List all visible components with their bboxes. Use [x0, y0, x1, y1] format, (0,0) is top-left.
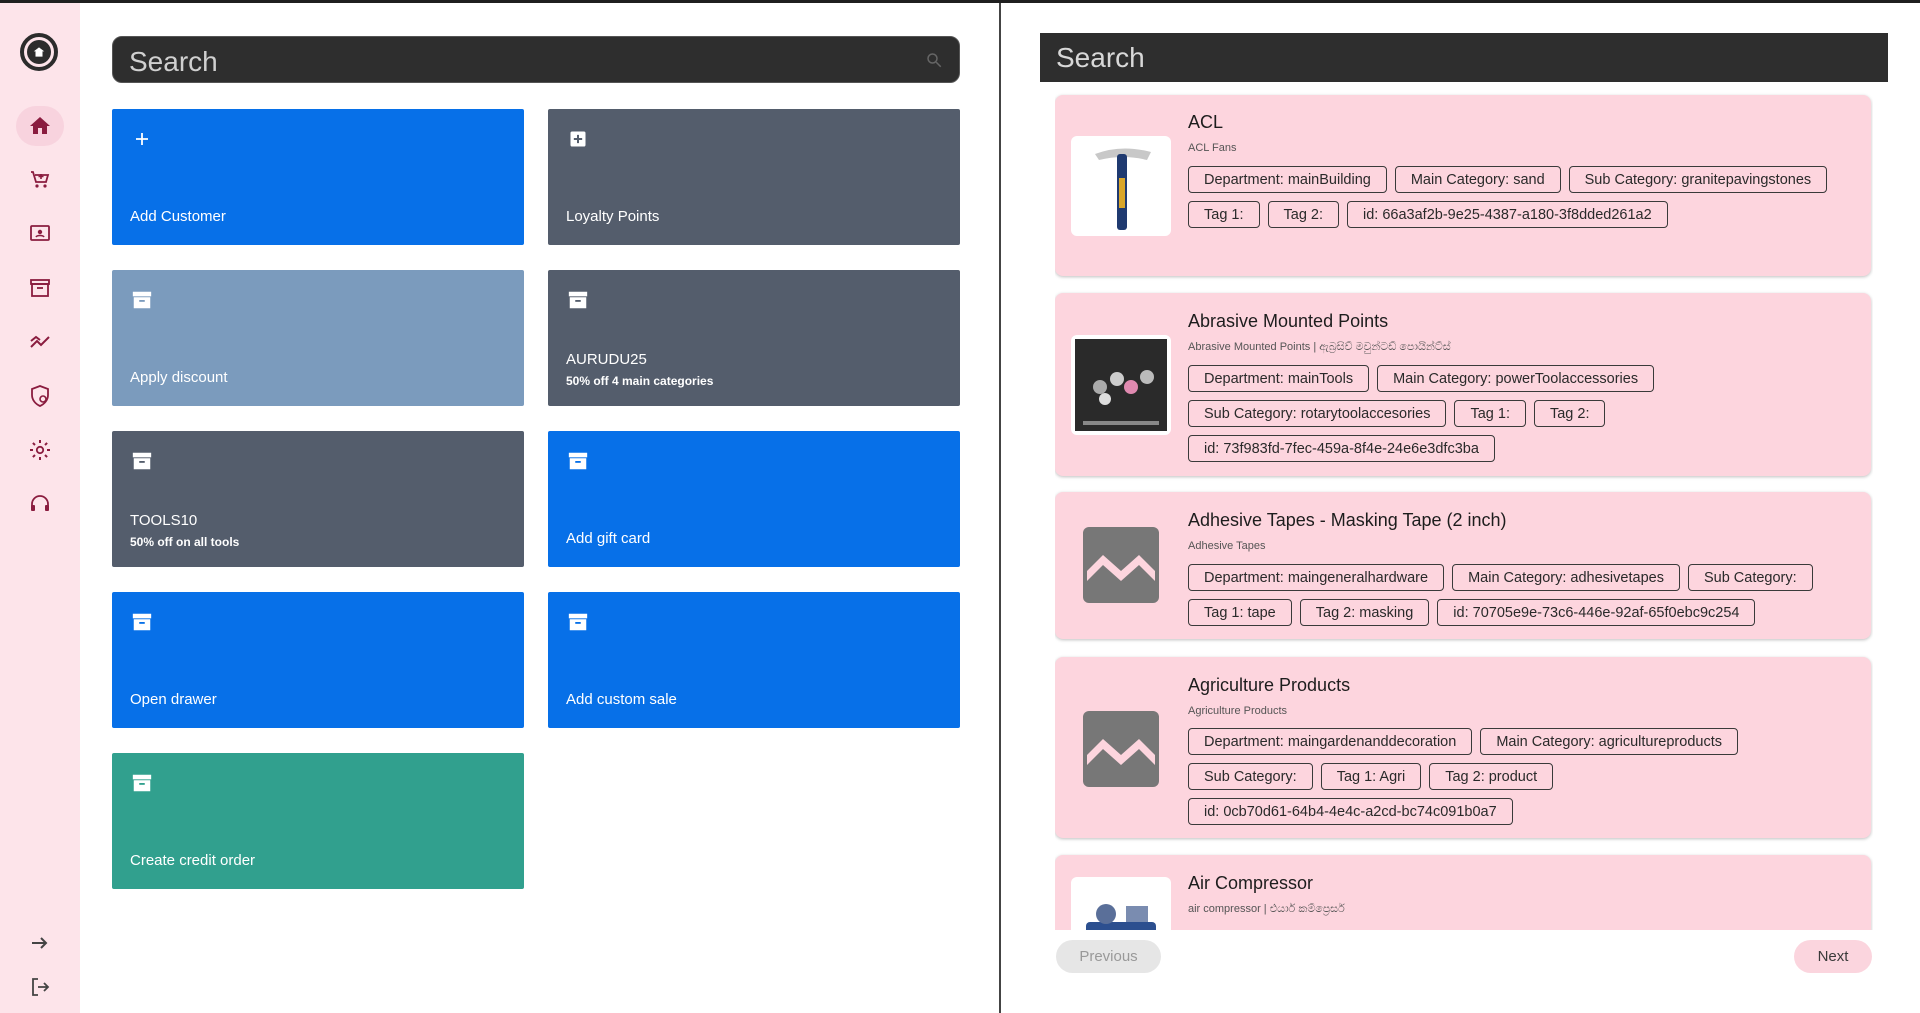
add-gift-card-tile[interactable]: Add gift card	[548, 431, 960, 567]
hammer-image	[1071, 136, 1171, 236]
tile-label: Add custom sale	[566, 691, 677, 708]
tile-label: Add Customer	[130, 208, 226, 225]
product-title: Air Compressor	[1188, 873, 1314, 893]
compressor-image	[1071, 877, 1171, 930]
previous-page-button[interactable]: Previous	[1056, 940, 1161, 973]
add-customer-tile[interactable]: Add Customer	[112, 109, 524, 245]
settings-icon[interactable]	[16, 430, 64, 470]
product-search-input[interactable]: Search	[1040, 33, 1888, 82]
tag-chip: id: 70705e9e-73c6-446e-92af-65f0ebc9c254	[1437, 599, 1756, 626]
trending-icon[interactable]	[16, 322, 64, 362]
tag-chip: Tag 1: Agri	[1320, 763, 1422, 790]
product-tags: Department: mainTools Main Category: pow…	[1188, 365, 1868, 462]
tag-chip: Sub Category: rotarytoolaccesories	[1188, 400, 1447, 427]
tag-chip: Tag 2:	[1533, 400, 1606, 427]
plus-box-icon	[566, 127, 590, 151]
tag-chip: Department: maingardenanddecoration	[1188, 728, 1473, 755]
tile-label: TOOLS10	[130, 512, 198, 529]
tile-label: Add gift card	[566, 530, 651, 547]
placeholder-image-icon	[1071, 699, 1171, 799]
next-page-button[interactable]: Next	[1794, 940, 1872, 973]
tile-label: Loyalty Points	[566, 208, 660, 225]
product-title: Agriculture Products	[1188, 675, 1351, 695]
product-subtitle: Adhesive Tapes	[1188, 540, 1266, 552]
archive-icon	[130, 610, 154, 634]
product-tags: Department: maingeneralhardware Main Cat…	[1188, 564, 1868, 626]
tag-chip: Tag 2:	[1267, 201, 1339, 228]
tag-chip: Tag 2: masking	[1299, 599, 1430, 626]
apply-discount-tile[interactable]: Apply discount	[112, 270, 524, 406]
search-icon	[927, 53, 942, 68]
policy-icon[interactable]	[16, 376, 64, 416]
product-card[interactable]: Adhesive Tapes - Masking Tape (2 inch) A…	[1055, 492, 1871, 639]
create-credit-order-tile[interactable]: Create credit order	[112, 753, 524, 889]
archive-icon[interactable]	[16, 268, 64, 308]
tag-chip: Tag 2: product	[1429, 763, 1554, 790]
product-subtitle: air compressor | එයාර් කම්ප්‍රෙසර්	[1188, 903, 1345, 915]
tag-chip: Main Category: powerToolaccessories	[1377, 365, 1655, 392]
search-input[interactable]: Search	[112, 36, 960, 83]
archive-icon	[566, 288, 590, 312]
tag-chip: Tag 1: tape	[1188, 599, 1292, 626]
tile-label: Open drawer	[130, 691, 217, 708]
tag-chip: Main Category: adhesivetapes	[1452, 564, 1680, 591]
cart-icon[interactable]	[16, 160, 64, 200]
product-card[interactable]: ACL ACL Fans Department: mainBuilding Ma…	[1055, 95, 1871, 276]
product-subtitle: Abrasive Mounted Points | ඇබ්‍රසිව් මවුන…	[1188, 341, 1451, 353]
tile-sublabel: 50% off on all tools	[130, 535, 240, 549]
tools10-tile[interactable]: TOOLS10 50% off on all tools	[112, 431, 524, 567]
archive-icon	[566, 610, 590, 634]
tag-chip: Department: mainBuilding	[1188, 166, 1387, 193]
archive-icon	[130, 449, 154, 473]
search-placeholder: Search	[1056, 42, 1145, 73]
tile-sublabel: 50% off 4 main categories	[566, 374, 714, 388]
archive-icon	[566, 449, 590, 473]
arrow-right-icon[interactable]	[16, 923, 64, 963]
product-subtitle: ACL Fans	[1188, 142, 1237, 154]
loyalty-points-tile[interactable]: Loyalty Points	[548, 109, 960, 245]
product-card[interactable]: Abrasive Mounted Points Abrasive Mounted…	[1055, 293, 1871, 476]
tag-chip: Sub Category: granitepavingstones	[1568, 166, 1828, 193]
contact-icon[interactable]	[16, 214, 64, 254]
tile-label: AURUDU25	[566, 351, 647, 368]
plus-icon	[130, 127, 154, 151]
home-icon[interactable]	[16, 106, 64, 146]
tag-chip: Sub Category:	[1687, 564, 1813, 591]
add-custom-sale-tile[interactable]: Add custom sale	[548, 592, 960, 728]
tag-chip: Sub Category:	[1188, 763, 1313, 790]
search-placeholder: Search	[129, 46, 218, 77]
placeholder-image-icon	[1071, 515, 1171, 615]
tag-chip: id: 66a3af2b-9e25-4387-a180-3f8dded261a2	[1347, 201, 1668, 228]
product-subtitle: Agriculture Products	[1188, 705, 1288, 717]
product-tags: Department: mainBuilding Main Category: …	[1188, 166, 1868, 228]
tag-chip: id: 0cb70d61-64b4-4e4c-a2cd-bc74c091b0a7	[1188, 798, 1513, 825]
aurudu25-tile[interactable]: AURUDU25 50% off 4 main categories	[548, 270, 960, 406]
tile-label: Create credit order	[130, 852, 256, 869]
archive-icon	[130, 771, 154, 795]
tag-chip: Department: maingeneralhardware	[1188, 564, 1445, 591]
logout-icon[interactable]	[16, 967, 64, 1007]
product-title: ACL	[1188, 112, 1224, 132]
tag-chip: Tag 1:	[1454, 400, 1526, 427]
product-results-list[interactable]: ACL ACL Fans Department: mainBuilding Ma…	[1055, 92, 1873, 930]
tile-label: Apply discount	[130, 369, 228, 386]
abrasive-points-image	[1071, 335, 1171, 435]
open-drawer-tile[interactable]: Open drawer	[112, 592, 524, 728]
tag-chip: Main Category: agricultureproducts	[1480, 728, 1738, 755]
product-title: Adhesive Tapes - Masking Tape (2 inch)	[1188, 510, 1507, 530]
archive-icon	[130, 288, 154, 312]
tag-chip: id: 73f983fd-7fec-459a-8f4e-24e6e3dfc3ba	[1188, 435, 1495, 462]
product-tags: Department: maingardenanddecoration Main…	[1188, 728, 1868, 825]
product-card[interactable]: Agriculture Products Agriculture Product…	[1055, 657, 1871, 838]
tag-chip: Department: mainTools	[1188, 365, 1370, 392]
tag-chip: Main Category: sand	[1394, 166, 1561, 193]
sidebar	[0, 3, 80, 1013]
tag-chip: Tag 1:	[1188, 201, 1260, 228]
product-card[interactable]: Air Compressor air compressor | එයාර් කම…	[1055, 855, 1871, 930]
product-title: Abrasive Mounted Points	[1188, 311, 1389, 331]
support-icon[interactable]	[16, 484, 64, 524]
app-logo-icon[interactable]	[20, 33, 58, 71]
